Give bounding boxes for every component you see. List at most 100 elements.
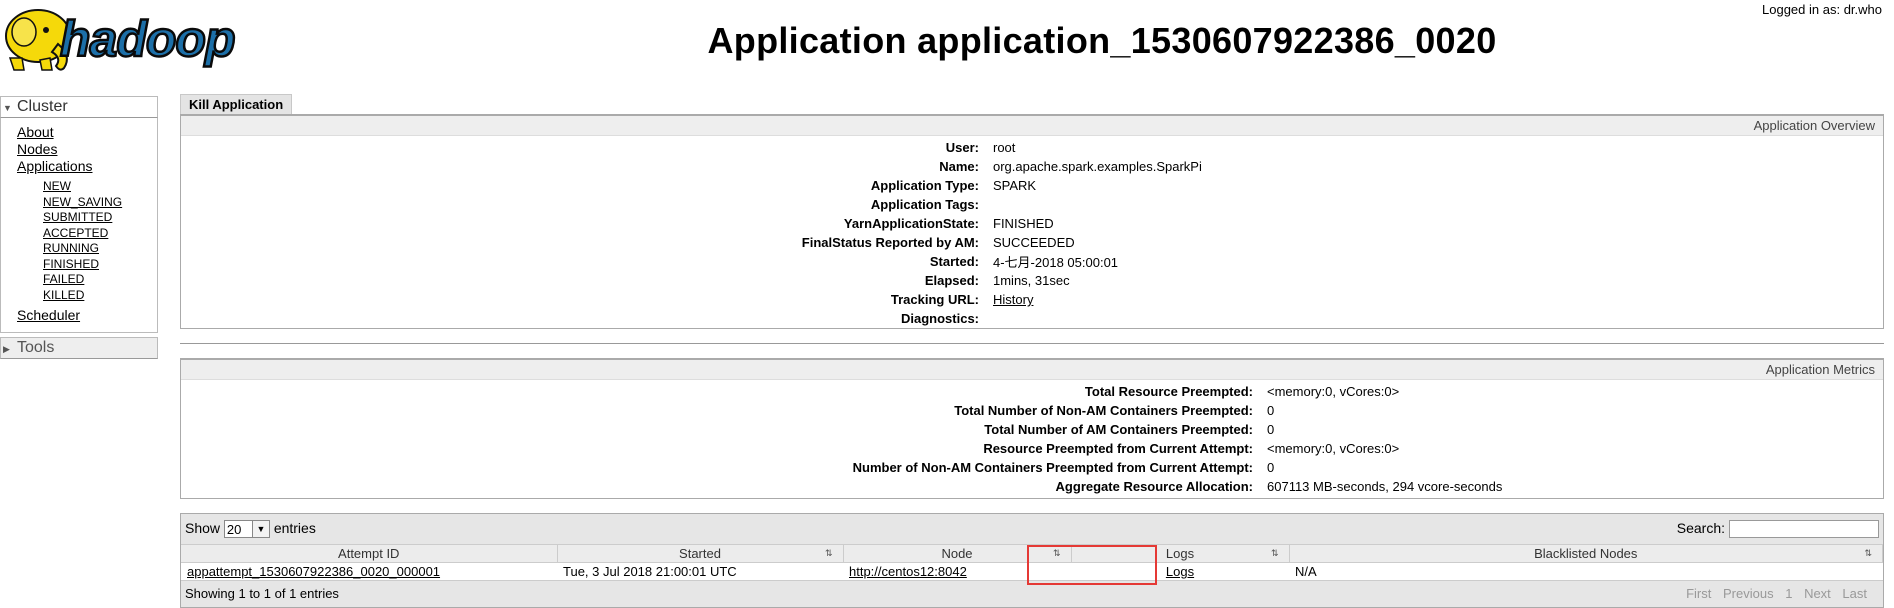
info-row: Name: org.apache.spark.examples.SparkPi bbox=[181, 157, 1883, 176]
info-value bbox=[985, 309, 1883, 328]
info-label: Number of Non-AM Containers Preempted fr… bbox=[852, 460, 1253, 475]
tools-label: Tools bbox=[17, 339, 55, 356]
attempt-id-cell: appattempt_1530607922386_0020_000001 bbox=[181, 563, 557, 581]
table-header-row: Attempt ID Started ⇅ Node ⇅ Logs ⇅ Blacklis… bbox=[181, 545, 1883, 563]
info-value: <memory:0, vCores:0> bbox=[1267, 384, 1400, 399]
cluster-label: Cluster bbox=[17, 98, 68, 115]
pager-next[interactable]: Next bbox=[1804, 586, 1831, 601]
tracking-url-history-link[interactable]: History bbox=[993, 292, 1033, 307]
metrics-table: Total Resource Preempted: <memory:0, vCor… bbox=[181, 382, 1883, 496]
application-overview-panel: Application Overview User: root Name: org.… bbox=[180, 114, 1884, 329]
blacklisted-cell: N/A bbox=[1295, 564, 1317, 579]
cluster-section-header[interactable]: ▼ Cluster bbox=[0, 96, 158, 118]
nav-link-applications[interactable]: Applications bbox=[17, 158, 157, 175]
attempts-toolbar: Show 20 ▼ entries Search: bbox=[181, 514, 1883, 545]
table-row: appattempt_1530607922386_0020_000001 Tue… bbox=[181, 563, 1883, 581]
col-header-label: Logs bbox=[1165, 546, 1195, 561]
col-header-label: Node bbox=[941, 546, 973, 561]
chevron-down-icon: ▼ bbox=[251, 521, 269, 538]
info-row: Elapsed: 1mins, 31sec bbox=[181, 271, 1883, 290]
info-row: Total Number of Non-AM Containers Preemp… bbox=[181, 401, 1883, 420]
nav-link-state-submitted[interactable]: SUBMITTED bbox=[43, 210, 157, 226]
info-label: Total Number of Non-AM Containers Preemp… bbox=[954, 403, 1253, 418]
info-row: FinalStatus Reported by AM: SUCCEEDED bbox=[181, 233, 1883, 252]
sort-icon: ⇅ bbox=[1052, 548, 1061, 558]
info-label: Started: bbox=[929, 254, 979, 269]
info-row: Application Type: SPARK bbox=[181, 176, 1883, 195]
nav-link-state-new[interactable]: NEW bbox=[43, 179, 157, 195]
main-content: Kill Application Application Overview Us… bbox=[180, 94, 1884, 608]
sort-icon: ⇅ bbox=[1864, 548, 1872, 558]
col-header-blacklisted-nodes[interactable]: Blacklisted Nodes ⇅ bbox=[1289, 545, 1883, 563]
pager-last[interactable]: Last bbox=[1842, 586, 1867, 601]
info-value: 0 bbox=[1267, 422, 1275, 437]
search-input[interactable] bbox=[1729, 520, 1879, 539]
info-row: Started: 4-七月-2018 05:00:01 bbox=[181, 252, 1883, 271]
pager-page-1[interactable]: 1 bbox=[1785, 586, 1792, 601]
info-label: FinalStatus Reported by AM: bbox=[801, 235, 979, 250]
node-link[interactable]: http://centos12:8042 bbox=[849, 564, 967, 579]
nav-link-state-killed[interactable]: KILLED bbox=[43, 288, 157, 304]
info-label: Application Type: bbox=[870, 178, 979, 193]
info-value: 0 bbox=[1267, 460, 1275, 475]
info-value: org.apache.spark.examples.SparkPi bbox=[993, 159, 1202, 174]
col-header-node[interactable]: Node ⇅ bbox=[843, 545, 1072, 563]
info-label: Name: bbox=[939, 159, 979, 174]
nav-link-state-running[interactable]: RUNNING bbox=[43, 241, 157, 257]
pager-first[interactable]: First bbox=[1686, 586, 1711, 601]
info-label: Resource Preempted from Current Attempt: bbox=[983, 441, 1253, 456]
info-value: 4-七月-2018 05:00:01 bbox=[993, 255, 1119, 270]
collapsed-triangle-icon: ▶ bbox=[3, 344, 10, 354]
pagination: First Previous 1 Next Last bbox=[1678, 581, 1867, 607]
page-header: hadoop Logged in as: dr.who Application … bbox=[0, 0, 1894, 82]
app-state-links: NEW NEW_SAVING SUBMITTED ACCEPTED RUNNIN… bbox=[17, 179, 157, 303]
col-header-attempt-id[interactable]: Attempt ID bbox=[181, 545, 558, 563]
attempts-table-container: Show 20 ▼ entries Search: Attempt ID Star… bbox=[180, 513, 1884, 608]
info-label: Tracking URL: bbox=[890, 292, 979, 307]
col-header-label: Attempt ID bbox=[338, 546, 400, 561]
info-value: root bbox=[993, 140, 1016, 155]
info-row: Resource Preempted from Current Attempt:… bbox=[181, 439, 1883, 458]
sort-icon: ⇅ bbox=[1270, 548, 1279, 558]
info-value: SPARK bbox=[993, 178, 1037, 193]
page-length-select[interactable]: 20 ▼ bbox=[223, 520, 270, 539]
page-length-control: Show 20 ▼ entries bbox=[185, 520, 316, 539]
info-row: Aggregate Resource Allocation: 607113 MB-… bbox=[181, 477, 1883, 496]
overview-panel-title: Application Overview bbox=[181, 116, 1883, 136]
logged-in-user: Logged in as: dr.who bbox=[1762, 2, 1882, 17]
info-label: Total Number of AM Containers Preempted: bbox=[984, 422, 1253, 437]
started-cell: Tue, 3 Jul 2018 21:00:01 UTC bbox=[563, 564, 737, 579]
col-header-started[interactable]: Started ⇅ bbox=[557, 545, 844, 563]
info-row: Diagnostics: bbox=[181, 309, 1883, 328]
attempts-footer: Showing 1 to 1 of 1 entries First Previo… bbox=[181, 580, 1883, 607]
nav-link-about[interactable]: About bbox=[17, 124, 157, 141]
nav-link-state-accepted[interactable]: ACCEPTED bbox=[43, 226, 157, 242]
info-label: YarnApplicationState: bbox=[843, 216, 979, 231]
search-label: Search: bbox=[1676, 520, 1725, 536]
info-label: User: bbox=[945, 140, 979, 155]
logs-link[interactable]: Logs bbox=[1166, 564, 1194, 579]
cluster-links: About Nodes Applications NEW NEW_SAVING … bbox=[0, 118, 158, 333]
sidebar-nav: ▼ Cluster About Nodes Applications NEW NE… bbox=[0, 96, 158, 359]
info-value: 1mins, 31sec bbox=[993, 273, 1070, 288]
tools-section-header[interactable]: ▶ Tools bbox=[0, 337, 158, 359]
nav-link-state-finished[interactable]: FINISHED bbox=[43, 257, 157, 273]
expanded-triangle-icon: ▼ bbox=[3, 103, 12, 113]
nav-link-nodes[interactable]: Nodes bbox=[17, 141, 157, 158]
pager-previous[interactable]: Previous bbox=[1723, 586, 1774, 601]
kill-application-button[interactable]: Kill Application bbox=[180, 94, 293, 114]
col-header-logs[interactable]: Logs ⇅ bbox=[1071, 545, 1290, 563]
info-row: YarnApplicationState: FINISHED bbox=[181, 214, 1883, 233]
entries-label: entries bbox=[273, 520, 316, 536]
info-value: 607113 MB-seconds, 294 vcore-seconds bbox=[1267, 479, 1503, 494]
tracking-url-cell: History bbox=[985, 290, 1883, 309]
nav-link-state-failed[interactable]: FAILED bbox=[43, 272, 157, 288]
info-value: SUCCEEDED bbox=[993, 235, 1075, 250]
nav-link-state-new-saving[interactable]: NEW_SAVING bbox=[43, 195, 157, 211]
nav-link-scheduler[interactable]: Scheduler bbox=[17, 307, 157, 324]
page-title-text: Application application_1530607922386_00… bbox=[707, 20, 1497, 61]
section-divider bbox=[180, 343, 1884, 344]
info-row: User: root bbox=[181, 138, 1883, 157]
attempt-id-link[interactable]: appattempt_1530607922386_0020_000001 bbox=[187, 564, 440, 579]
info-row: Total Resource Preempted: <memory:0, vCor… bbox=[181, 382, 1883, 401]
